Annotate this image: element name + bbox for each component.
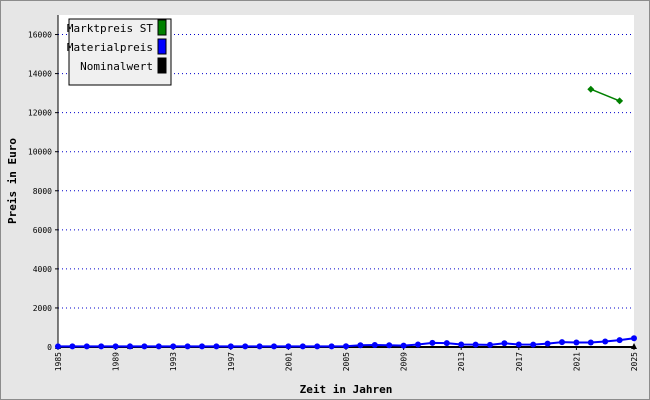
y-tick-label: 12000: [28, 109, 52, 118]
data-point: [515, 341, 522, 348]
y-tick-label: 2000: [33, 304, 52, 313]
data-point: [573, 339, 580, 346]
data-point: [357, 342, 364, 349]
y-tick-label: 16000: [28, 31, 52, 40]
y-tick-label: 14000: [28, 70, 52, 79]
data-point: [227, 343, 234, 350]
data-point: [213, 343, 220, 350]
data-point: [616, 337, 623, 344]
x-tick-label: 2005: [342, 352, 351, 371]
data-point: [184, 343, 191, 350]
data-point: [443, 340, 450, 347]
data-point: [98, 343, 105, 350]
data-point: [55, 343, 61, 350]
x-tick-label: 2013: [457, 352, 466, 371]
data-point: [314, 343, 321, 350]
x-tick-label: 2017: [515, 352, 524, 371]
data-point: [386, 342, 393, 349]
legend-label: Nominalwert: [80, 60, 153, 73]
legend-swatch: [157, 19, 167, 36]
x-tick-label: 1997: [227, 352, 236, 371]
data-point: [587, 339, 594, 346]
data-point: [141, 343, 148, 350]
legend-label: Marktpreis ST: [67, 22, 153, 35]
y-ticks: 0 2000 4000 6000 8000 10000 12000 14000 16000: [28, 31, 58, 352]
data-point: [501, 340, 508, 347]
data-point: [127, 343, 133, 350]
legend-label: Materialpreis: [67, 41, 153, 54]
data-point: [458, 341, 465, 348]
data-point: [256, 343, 263, 350]
data-point: [472, 341, 479, 348]
chart: 0 2000 4000 6000 8000 10000 12000 14000 16000 19…: [6, 15, 639, 396]
y-tick-label: 8000: [33, 187, 52, 196]
legend-swatch: [157, 38, 167, 55]
x-ticks: 1985 1989 1993 1997 2001 2005 2009 2013 2017 2021…: [54, 347, 639, 371]
data-point: [429, 339, 436, 346]
x-tick-label: 2025: [630, 352, 639, 371]
x-tick-label: 2009: [400, 352, 409, 371]
data-point: [199, 343, 205, 350]
data-point: [415, 341, 421, 348]
y-axis-title: Preis in Euro: [6, 138, 19, 224]
y-tick-label: 10000: [28, 148, 52, 157]
data-point: [155, 343, 162, 350]
data-point: [487, 341, 493, 348]
x-tick-label: 1985: [54, 352, 63, 371]
data-point: [69, 343, 76, 350]
x-tick-label: 1993: [169, 352, 178, 371]
data-point: [83, 343, 90, 350]
data-point: [343, 343, 349, 350]
data-point: [371, 342, 378, 349]
y-tick-label: 4000: [33, 265, 52, 274]
data-point: [112, 343, 119, 350]
data-point: [559, 339, 565, 346]
data-point: [530, 341, 537, 348]
data-point: [544, 340, 551, 347]
data-point: [242, 343, 249, 350]
data-point: [328, 343, 335, 350]
x-axis-title: Zeit in Jahren: [300, 383, 393, 396]
data-point: [400, 342, 407, 349]
x-tick-label: 1989: [112, 352, 121, 371]
data-point: [602, 338, 609, 345]
legend: Marktpreis ST Materialpreis Nominalwert: [67, 18, 172, 86]
y-tick-label: 0: [47, 343, 52, 352]
y-tick-label: 6000: [33, 226, 52, 235]
x-tick-label: 2001: [284, 352, 293, 371]
data-point: [285, 343, 292, 350]
data-point: [271, 343, 277, 350]
data-point: [631, 335, 637, 342]
data-point: [170, 343, 177, 350]
x-tick-label: 2021: [572, 352, 581, 371]
data-point: [299, 343, 306, 350]
legend-swatch: [157, 57, 167, 74]
